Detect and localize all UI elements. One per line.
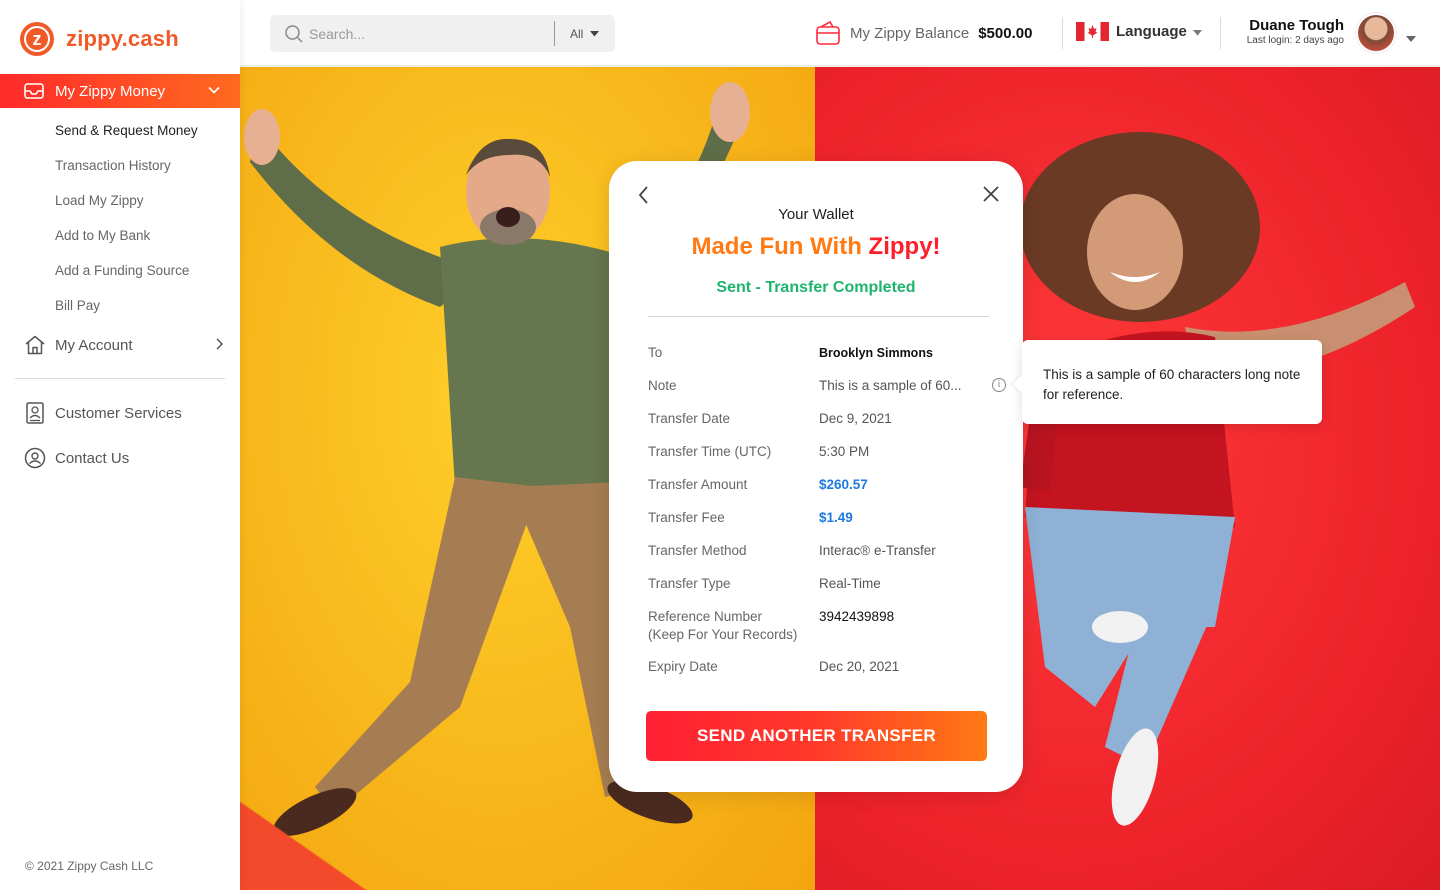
document-id-icon	[24, 402, 46, 424]
language-label: Language	[1116, 23, 1187, 40]
detail-row-transfer-method: Transfer Method Interac® e-Transfer	[648, 535, 993, 568]
last-login-text: Last login: 2 days ago	[1246, 35, 1344, 46]
modal-headline: Made Fun With Zippy!	[609, 233, 1023, 261]
chevron-down-icon	[208, 83, 220, 100]
detail-value: Brooklyn Simmons	[819, 346, 933, 360]
sidebar-subitem-send-request[interactable]: Send & Request Money	[55, 114, 198, 149]
sidebar-subitem-transaction-history[interactable]: Transaction History	[55, 149, 198, 184]
search-input[interactable]	[309, 25, 539, 42]
detail-label: Transfer Fee	[648, 510, 725, 525]
detail-label: Reference Number (Keep For Your Records)	[648, 609, 798, 642]
search-divider	[554, 21, 555, 46]
header-separator	[1220, 17, 1221, 49]
detail-value: $260.57	[819, 477, 868, 492]
sidebar-subitem-bill-pay[interactable]: Bill Pay	[55, 289, 198, 324]
sidebar-item-contact-us[interactable]: Contact Us	[24, 447, 224, 469]
user-circle-icon	[24, 447, 46, 469]
top-header: All My Zippy Balance $500.00 Language Du…	[240, 0, 1440, 67]
detail-label: Transfer Method	[648, 543, 747, 558]
detail-label: Transfer Amount	[648, 477, 748, 492]
detail-row-expiry-date: Expiry Date Dec 20, 2021	[648, 651, 993, 684]
sidebar-item-label: My Account	[55, 336, 133, 354]
sidebar-divider	[15, 378, 225, 379]
detail-row-transfer-time: Transfer Time (UTC) 5:30 PM	[648, 436, 993, 469]
detail-value: Interac® e-Transfer	[819, 543, 936, 558]
send-another-transfer-button[interactable]: SEND ANOTHER TRANSFER	[646, 711, 987, 761]
copyright-text: © 2021 Zippy Cash LLC	[25, 859, 154, 873]
chevron-right-icon	[214, 337, 224, 354]
search-bar: All	[270, 15, 615, 52]
sidebar: z zippy.cash My Zippy Money Send & Reque…	[0, 0, 240, 890]
user-info[interactable]: Duane Tough Last login: 2 days ago	[1234, 17, 1344, 46]
user-menu-caret-icon[interactable]	[1406, 30, 1416, 48]
balance-display[interactable]: My Zippy Balance $500.00	[816, 20, 1032, 46]
sidebar-item-label: Contact Us	[55, 449, 130, 467]
caret-down-icon	[590, 31, 600, 37]
search-filter-value: All	[570, 27, 584, 41]
detail-row-transfer-type: Transfer Type Real-Time	[648, 568, 993, 601]
caret-down-icon	[1192, 23, 1202, 40]
detail-row-reference-number: Reference Number (Keep For Your Records)…	[648, 601, 993, 651]
detail-row-transfer-fee: Transfer Fee $1.49	[648, 502, 993, 535]
detail-value: 3942439898	[819, 609, 895, 624]
transfer-details: To Brooklyn Simmons Note This is a sampl…	[648, 337, 1006, 684]
detail-label: To	[648, 345, 663, 360]
detail-row-transfer-date: Transfer Date Dec 9, 2021	[648, 403, 993, 436]
language-selector[interactable]: Language	[1076, 22, 1202, 41]
modal-divider	[648, 316, 989, 317]
inbox-tray-icon	[24, 83, 44, 99]
transfer-confirmation-modal: Your Wallet Made Fun With Zippy! Sent - …	[609, 161, 1023, 792]
detail-value: $1.49	[819, 510, 853, 525]
zippy-logo-icon: z	[20, 22, 54, 56]
user-name: Duane Tough	[1249, 17, 1344, 34]
detail-row-to: To Brooklyn Simmons	[648, 337, 993, 370]
transfer-status: Sent - Transfer Completed	[716, 279, 916, 296]
detail-value: Dec 20, 2021	[819, 659, 900, 674]
brand-name: zippy.cash	[66, 26, 179, 51]
detail-value: Real-Time	[819, 576, 881, 591]
sidebar-item-my-zippy-money[interactable]: My Zippy Money	[0, 74, 240, 108]
headline-part-1: Made Fun With	[691, 233, 869, 260]
detail-label: Transfer Date	[648, 411, 731, 426]
sidebar-subitem-load-my-zippy[interactable]: Load My Zippy	[55, 184, 198, 219]
detail-label: Transfer Type	[648, 576, 731, 591]
balance-label: My Zippy Balance	[850, 24, 970, 42]
detail-label: Expiry Date	[648, 659, 718, 674]
detail-value: Dec 9, 2021	[819, 411, 892, 426]
note-tooltip: This is a sample of 60 characters long n…	[1022, 340, 1322, 424]
sidebar-subitem-add-funding-source[interactable]: Add a Funding Source	[55, 254, 198, 289]
sidebar-item-label: Customer Services	[55, 404, 182, 422]
detail-label: Transfer Time (UTC)	[648, 444, 772, 459]
home-icon	[24, 334, 46, 356]
sub-navigation: Send & Request Money Transaction History…	[55, 114, 198, 324]
detail-value: This is a sample of 60...	[819, 378, 962, 393]
headline-part-2: Zippy!	[868, 233, 941, 260]
search-filter-dropdown[interactable]: All	[570, 27, 600, 41]
avatar[interactable]	[1356, 13, 1396, 53]
balance-amount: $500.00	[978, 24, 1033, 42]
wallet-icon	[816, 20, 840, 46]
sidebar-subitem-add-to-my-bank[interactable]: Add to My Bank	[55, 219, 198, 254]
brand-logo[interactable]: z zippy.cash	[20, 22, 179, 56]
detail-value: 5:30 PM	[819, 444, 870, 459]
sidebar-item-my-account[interactable]: My Account	[24, 334, 224, 356]
detail-label: Note	[648, 378, 677, 393]
info-icon[interactable]: i	[992, 378, 1006, 392]
search-icon	[284, 24, 304, 44]
canada-flag-icon	[1076, 22, 1109, 41]
modal-eyebrow: Your Wallet	[778, 206, 854, 223]
sidebar-item-customer-services[interactable]: Customer Services	[24, 402, 224, 424]
detail-row-transfer-amount: Transfer Amount $260.57	[648, 469, 993, 502]
detail-row-note: Note This is a sample of 60... i	[648, 370, 1006, 403]
header-separator	[1062, 17, 1063, 49]
sidebar-item-label: My Zippy Money	[55, 82, 166, 100]
